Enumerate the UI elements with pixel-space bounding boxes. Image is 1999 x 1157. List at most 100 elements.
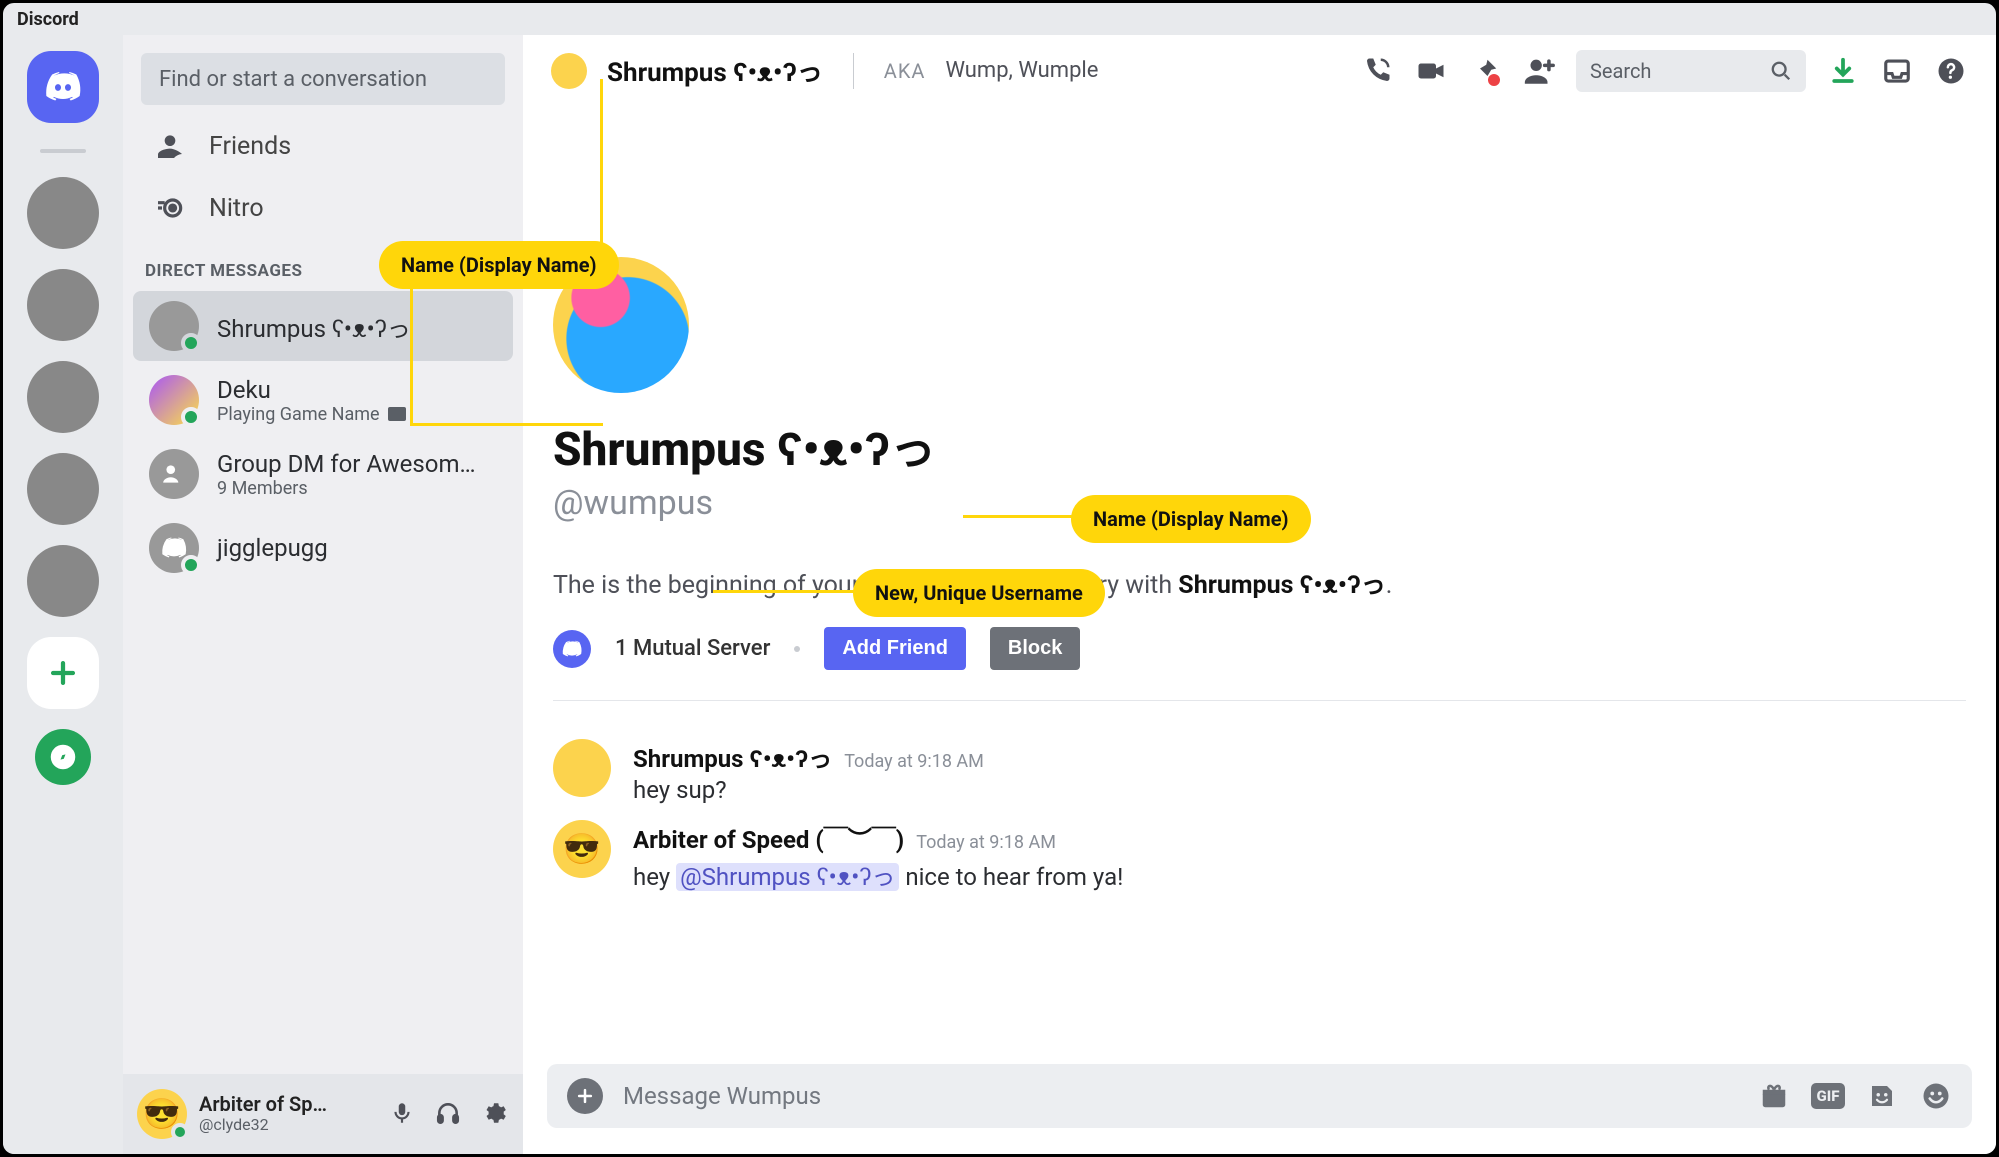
group-icon <box>161 461 187 487</box>
nav-friends[interactable]: Friends <box>123 115 523 177</box>
plus-icon <box>46 656 80 690</box>
dm-item-group[interactable]: Group DM for Awesom… 9 Members <box>133 439 513 509</box>
message: 😎 Arbiter of Speed (￣︶￣) Today at 9:18 A… <box>553 812 1966 900</box>
inbox-download-button[interactable] <box>1826 54 1860 88</box>
message-avatar[interactable] <box>553 739 611 797</box>
nav-nitro-label: Nitro <box>209 194 264 223</box>
server-1[interactable] <box>27 177 99 249</box>
rich-presence-icon <box>388 407 406 421</box>
plus-icon <box>575 1086 595 1106</box>
sticker-button[interactable] <box>1866 1080 1898 1112</box>
message-timestamp: Today at 9:18 AM <box>844 751 984 772</box>
phone-icon <box>1362 56 1392 86</box>
nav-nitro[interactable]: Nitro <box>123 177 523 239</box>
home-button[interactable] <box>27 51 99 123</box>
help-button[interactable] <box>1934 54 1968 88</box>
message-text: hey sup? <box>633 776 984 804</box>
server-4[interactable] <box>27 453 99 525</box>
inbox-icon <box>1882 56 1912 86</box>
dm-item-jigglepugg[interactable]: jigglepugg <box>133 513 513 583</box>
help-icon <box>1936 56 1966 86</box>
server-rail <box>3 35 123 1154</box>
gif-button[interactable]: GIF <box>1812 1080 1844 1112</box>
self-username: @clyde32 <box>199 1116 327 1134</box>
dm-name: jigglepugg <box>217 534 328 562</box>
message-author[interactable]: Shrumpus ʕ•ᴥ•ʔっ <box>633 739 832 774</box>
header-divider <box>853 53 854 89</box>
explore-servers-button[interactable] <box>35 729 91 785</box>
chat-main: Shrumpus ʕ•ᴥ•ʔっ AKA Wump, Wumple Search <box>523 35 1996 1154</box>
aka-value: Wump, Wumple <box>945 58 1098 83</box>
nav-friends-label: Friends <box>209 132 291 161</box>
discord-logo-icon <box>561 638 583 660</box>
annotation-line <box>963 515 1083 518</box>
annotation-line <box>713 590 863 593</box>
avatar <box>149 375 199 425</box>
server-5[interactable] <box>27 545 99 617</box>
inbox-button[interactable] <box>1880 54 1914 88</box>
dm-name: Deku <box>217 376 406 404</box>
discord-logo-icon <box>43 67 83 107</box>
download-icon <box>1828 56 1858 86</box>
friends-icon <box>153 129 187 163</box>
message-divider <box>553 700 1966 701</box>
composer-placeholder: Message Wumpus <box>623 1082 1738 1110</box>
gift-icon <box>1759 1081 1789 1111</box>
gift-button[interactable] <box>1758 1080 1790 1112</box>
annotation-callout: Name (Display Name) <box>379 241 619 289</box>
avatar <box>149 523 199 573</box>
mention[interactable]: @Shrumpus ʕ•ᴥ•ʔっ <box>676 863 899 891</box>
aka-label: AKA <box>884 59 926 83</box>
emoji-button[interactable] <box>1920 1080 1952 1112</box>
chat-header: Shrumpus ʕ•ᴥ•ʔっ AKA Wump, Wumple Search <box>523 35 1996 107</box>
user-settings-button[interactable] <box>481 1100 509 1128</box>
add-server-button[interactable] <box>27 637 99 709</box>
pinned-messages-button[interactable] <box>1468 54 1502 88</box>
message-search[interactable]: Search <box>1576 50 1806 92</box>
add-friend-button[interactable]: Add Friend <box>824 627 966 670</box>
separator-dot <box>794 646 800 652</box>
deafen-button[interactable] <box>435 1100 463 1128</box>
self-avatar[interactable]: 😎 <box>137 1089 187 1139</box>
mutual-server-icon[interactable] <box>553 630 591 668</box>
dm-subtext: Playing Game Name <box>217 404 406 425</box>
message: Shrumpus ʕ•ᴥ•ʔっ Today at 9:18 AM hey sup… <box>553 731 1966 812</box>
dm-begin-text: The is the beginning of your direct mess… <box>553 565 1966 601</box>
avatar <box>149 301 199 351</box>
mute-mic-button[interactable] <box>389 1100 417 1128</box>
message-composer[interactable]: Message Wumpus GIF <box>547 1064 1972 1128</box>
attach-button[interactable] <box>567 1078 603 1114</box>
start-voice-call-button[interactable] <box>1360 54 1394 88</box>
search-icon <box>1770 60 1792 82</box>
block-button[interactable]: Block <box>990 627 1080 670</box>
add-friends-to-dm-button[interactable] <box>1522 54 1556 88</box>
avatar <box>149 449 199 499</box>
search-placeholder: Search <box>1590 59 1651 83</box>
annotation-line <box>410 423 603 426</box>
annotation-callout: Name (Display Name) <box>1071 495 1311 543</box>
message-avatar[interactable]: 😎 <box>553 820 611 878</box>
sticker-icon <box>1867 1081 1897 1111</box>
notification-dot-icon <box>1488 74 1500 86</box>
compass-icon <box>49 743 77 771</box>
server-2[interactable] <box>27 269 99 341</box>
dm-subtext: 9 Members <box>217 478 476 499</box>
rail-separator <box>40 149 86 153</box>
app-title: Discord <box>17 9 79 30</box>
dm-name: Shrumpus ʕ•ᴥ•ʔっ <box>217 309 411 344</box>
start-video-call-button[interactable] <box>1414 54 1448 88</box>
mutual-server-text[interactable]: 1 Mutual Server <box>615 636 770 661</box>
profile-display-name: Shrumpus ʕ•ᴥ•ʔっ <box>553 413 1966 479</box>
dm-item-shrumpus[interactable]: Shrumpus ʕ•ᴥ•ʔっ <box>133 291 513 361</box>
server-3[interactable] <box>27 361 99 433</box>
conversation-search[interactable]: Find or start a conversation <box>141 53 505 105</box>
self-display-name: Arbiter of Sp… <box>199 1093 327 1116</box>
header-title: Shrumpus ʕ•ᴥ•ʔっ <box>607 52 823 89</box>
search-placeholder: Find or start a conversation <box>159 67 427 92</box>
message-author[interactable]: Arbiter of Speed (￣︶￣) <box>633 820 904 855</box>
gif-icon: GIF <box>1811 1083 1846 1109</box>
mic-icon <box>389 1100 415 1126</box>
annotation-line <box>600 79 603 263</box>
header-avatar <box>551 53 587 89</box>
annotation-callout: New, Unique Username <box>853 569 1105 617</box>
